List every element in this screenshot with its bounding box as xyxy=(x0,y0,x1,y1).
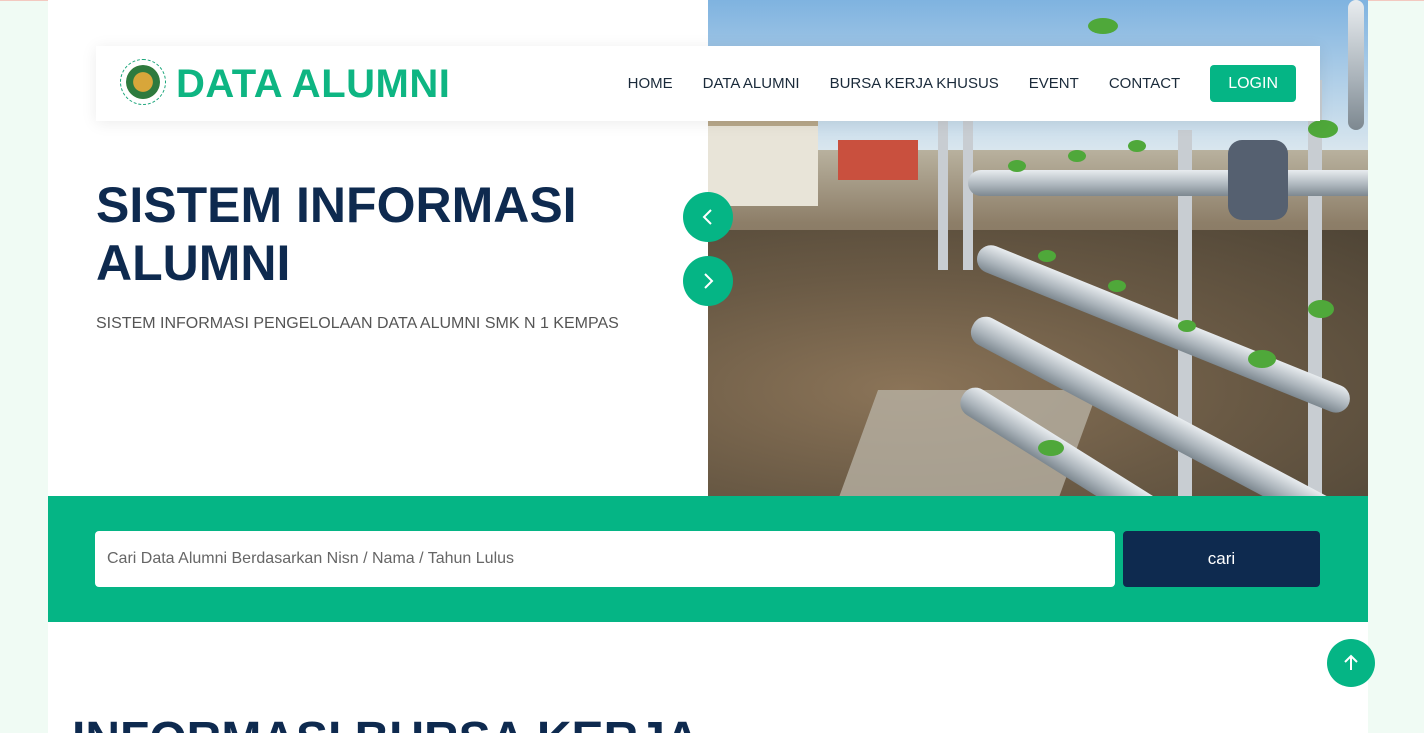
page-container: DATA ALUMNI HOME DATA ALUMNI BURSA KERJA… xyxy=(48,0,1368,733)
nav-item-event[interactable]: EVENT xyxy=(1029,65,1079,102)
navbar: DATA ALUMNI HOME DATA ALUMNI BURSA KERJA… xyxy=(96,46,1320,121)
main-nav: HOME DATA ALUMNI BURSA KERJA KHUSUS EVEN… xyxy=(598,65,1296,102)
search-input[interactable] xyxy=(95,531,1115,587)
hero-title-line-1: SISTEM INFORMASI xyxy=(96,177,577,233)
carousel-prev-button[interactable] xyxy=(683,192,733,242)
hero-title: SISTEM INFORMASI ALUMNI xyxy=(96,176,656,292)
carousel-next-button[interactable] xyxy=(683,256,733,306)
brand-title[interactable]: DATA ALUMNI xyxy=(176,62,450,106)
section-title: INFORMASI BURSA KERJA xyxy=(72,712,700,733)
nav-item-home[interactable]: HOME xyxy=(628,65,673,102)
hero-subtitle: SISTEM INFORMASI PENGELOLAAN DATA ALUMNI… xyxy=(96,315,619,332)
hero-title-line-2: ALUMNI xyxy=(96,235,291,291)
chevron-left-icon xyxy=(702,209,712,225)
search-section: cari xyxy=(48,496,1368,622)
arrow-up-icon xyxy=(1344,654,1358,670)
back-to-top-button[interactable] xyxy=(1327,639,1375,687)
nav-item-contact[interactable]: CONTACT xyxy=(1109,65,1180,102)
login-button[interactable]: LOGIN xyxy=(1210,65,1296,102)
nav-item-data-alumni[interactable]: DATA ALUMNI xyxy=(703,65,800,102)
chevron-right-icon xyxy=(704,273,714,289)
search-button[interactable]: cari xyxy=(1123,531,1320,587)
nav-item-bursa-kerja-khusus[interactable]: BURSA KERJA KHUSUS xyxy=(830,65,999,102)
school-emblem-icon[interactable] xyxy=(120,59,166,105)
